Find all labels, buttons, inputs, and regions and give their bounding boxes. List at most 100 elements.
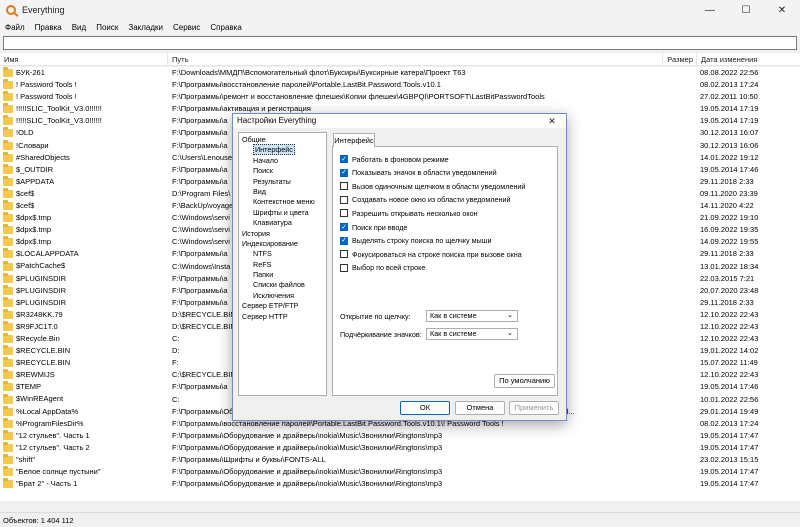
row-date: 08.02.2013 17:24 <box>700 418 759 428</box>
table-row[interactable]: "12 стульев". Часть 2 F:\Программы\Оборуд… <box>0 441 800 454</box>
table-row[interactable]: ! Password Tools ! F:\Программы\восстанов… <box>0 79 800 91</box>
row-size <box>665 152 695 164</box>
row-size <box>665 357 695 369</box>
settings-tree-item[interactable]: Списки файлов <box>239 280 326 290</box>
option-checkbox[interactable]: Создавать новое окно из области уведомле… <box>340 195 511 205</box>
dialog-title: Настройки Everything <box>237 116 317 125</box>
close-icon[interactable]: ✕ <box>764 0 800 20</box>
settings-tree-item[interactable]: Клавиатура <box>239 218 326 228</box>
table-row[interactable]: "Белое солнце пустыни" F:\Программы\Обору… <box>0 466 800 478</box>
checkbox-empty-icon[interactable] <box>340 195 348 204</box>
settings-tree: Общие Интерфейс Начало Поиск Результаты Вид Ко… <box>238 132 327 396</box>
settings-tree-item[interactable]: ReFS <box>239 260 326 270</box>
checkmark-icon[interactable]: ✓ <box>340 223 348 231</box>
row-date: 13.01.2022 18:34 <box>700 261 759 271</box>
column-date[interactable]: Дата изменения <box>697 53 800 66</box>
row-name: !!!!!SLIC_ToolKit_V3.0!!!!!! <box>16 116 102 126</box>
option-checkbox[interactable]: Разрешить открывать несколько окон <box>340 208 478 218</box>
menu-edit[interactable]: Правка <box>30 23 67 32</box>
menu-tools[interactable]: Сервис <box>168 23 205 32</box>
settings-tree-label: Результаты <box>253 176 291 186</box>
row-name: $cef$ <box>16 200 35 210</box>
settings-tree-item[interactable]: Папки <box>239 270 326 280</box>
option-checkbox[interactable]: ✓ Показывать значок в области уведомлений <box>340 168 497 178</box>
row-date: 30.12.2013 16:07 <box>700 128 759 138</box>
folder-icon <box>3 454 13 464</box>
open-click-select[interactable]: Как в системе ⌄ <box>426 310 518 322</box>
settings-tree-item[interactable]: Индексирование <box>239 239 326 249</box>
underline-icons-select[interactable]: Как в системе ⌄ <box>426 328 518 340</box>
row-size <box>665 115 695 127</box>
column-header: Имя Путь Размер Дата изменения <box>0 53 800 66</box>
checkbox-empty-icon[interactable] <box>340 250 348 259</box>
table-row[interactable]: "12 стульев". Часть 1 F:\Программы\Оборуд… <box>0 429 800 442</box>
option-checkbox[interactable]: ✓ Работать в фоновом режиме <box>340 154 449 164</box>
row-date: 19.05.2014 17:47 <box>700 467 759 477</box>
settings-tree-item[interactable]: Начало <box>239 156 326 166</box>
apply-button[interactable]: Применить <box>509 401 559 415</box>
settings-tree-item[interactable]: Вид <box>239 187 326 197</box>
checkbox-empty-icon[interactable] <box>340 263 348 272</box>
maximize-icon[interactable]: ☐ <box>728 0 764 20</box>
menu-help[interactable]: Справка <box>205 23 246 32</box>
settings-dialog: Настройки Everything ✕ Общие Интерфейс Нач… <box>232 113 567 421</box>
settings-tree-item[interactable]: Интерфейс <box>239 144 326 156</box>
cancel-button[interactable]: Отмена <box>455 401 505 415</box>
settings-tree-item[interactable]: Сервер ETP/FTP <box>239 301 326 311</box>
dialog-title-bar: Настройки Everything ✕ <box>233 114 566 128</box>
dialog-close-icon[interactable]: ✕ <box>538 114 566 128</box>
menu-file[interactable]: Файл <box>0 23 30 32</box>
row-name: $APPDATA <box>16 176 55 186</box>
settings-tree-item[interactable]: NTFS <box>239 249 326 259</box>
settings-tree-item[interactable]: Поиск <box>239 166 326 176</box>
row-name-cell: $dpx$.tmp <box>3 236 163 248</box>
checkbox-empty-icon[interactable] <box>340 209 348 218</box>
row-name-cell: !OLD <box>3 127 163 139</box>
option-checkbox[interactable]: ✓ Поиск при вводе <box>340 222 407 232</box>
settings-tree-item[interactable]: Сервер HTTP <box>239 312 326 322</box>
option-checkbox[interactable]: ✓ Выделять строку поиска по щелчку мыши <box>340 236 492 246</box>
settings-tree-item[interactable]: Шрифты и цвета <box>239 208 326 218</box>
option-checkbox[interactable]: Фокусироваться на строке поиска при вызо… <box>340 249 522 259</box>
settings-tree-item[interactable]: Результаты <box>239 177 326 187</box>
menu-search[interactable]: Поиск <box>91 23 123 32</box>
row-name-cell: !!!!!SLIC_ToolKit_V3.0!!!!!! <box>3 103 163 115</box>
settings-tree-item[interactable]: Исключения <box>239 291 326 301</box>
menu-view[interactable]: Вид <box>67 23 91 32</box>
option-checkbox[interactable]: Вызов одиночным щелчком в области уведом… <box>340 181 525 191</box>
folder-icon <box>3 248 13 259</box>
option-checkbox[interactable]: Выбор по всей строке <box>340 263 425 273</box>
checkmark-icon[interactable]: ✓ <box>340 168 348 177</box>
row-size <box>665 430 695 442</box>
folder-icon <box>3 333 13 344</box>
settings-tree-label: Индексирование <box>242 238 298 248</box>
tab-interface[interactable]: Интерфейс <box>333 133 375 147</box>
table-row[interactable]: "Брат 2" - Часть 1 F:\Программы\Оборудова… <box>0 478 800 490</box>
row-name: $R3248KK.79 <box>16 309 63 319</box>
checkmark-icon[interactable]: ✓ <box>340 155 348 163</box>
checkmark-icon[interactable]: ✓ <box>340 236 348 245</box>
row-name-cell: #SharedObjects <box>3 151 163 164</box>
menu-bookmarks[interactable]: Закладки <box>123 23 168 32</box>
table-row[interactable]: ! Password Tools ! F:\Программы\ремонт и … <box>0 91 800 103</box>
row-name: $dpx$.tmp <box>16 237 52 247</box>
folder-icon <box>3 200 13 211</box>
table-row[interactable]: БУК-261 F:\Downloads\ММДП\Вспомогательный… <box>0 67 800 79</box>
search-input[interactable] <box>3 36 797 50</box>
row-name: ! Password Tools ! <box>16 92 77 102</box>
column-size[interactable]: Размер <box>663 53 697 66</box>
settings-tree-item[interactable]: История <box>239 229 326 239</box>
column-name[interactable]: Имя <box>0 53 168 66</box>
settings-tree-item[interactable]: Контекстное меню <box>239 197 326 207</box>
row-name: "12 стульев". Часть 2 <box>16 442 90 452</box>
checkbox-empty-icon[interactable] <box>340 182 348 191</box>
row-size <box>665 103 695 115</box>
row-name-cell: $_OUTDIR <box>3 163 163 176</box>
column-path[interactable]: Путь <box>168 53 663 66</box>
row-name: $PLUGINSDIR <box>16 273 67 283</box>
table-row[interactable]: "shift" F:\Программы\Шрифты и буквы\FONTS… <box>0 454 800 466</box>
defaults-button[interactable]: По умолчанию <box>494 374 555 388</box>
ok-button[interactable]: ОК <box>400 401 450 415</box>
minimize-icon[interactable]: — <box>692 0 728 20</box>
row-date: 21.09.2022 19:10 <box>700 213 759 223</box>
